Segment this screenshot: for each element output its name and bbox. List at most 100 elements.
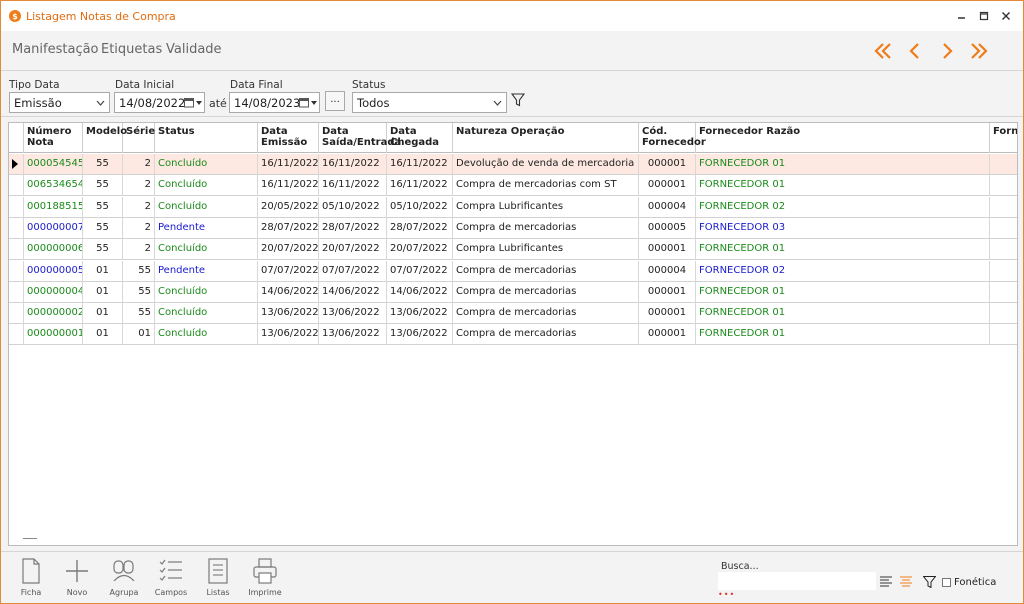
- cell-razao: FORNECEDOR 01: [696, 175, 990, 197]
- cell-emissao: 07/07/2022: [258, 260, 319, 282]
- table-row[interactable]: 000054545 55 2 Concluído 16/11/2022 16/11/202…: [9, 154, 1017, 175]
- cell-status: Concluído: [155, 196, 258, 218]
- ficha-button[interactable]: Ficha: [11, 556, 51, 597]
- table-row[interactable]: 000000007 55 2 Pendente 28/07/2022 28/07/2022…: [9, 217, 1017, 239]
- agrupa-label: Agrupa: [109, 588, 139, 597]
- tipo-data-select[interactable]: Emissão: [9, 92, 110, 113]
- cell-saida: 07/07/2022: [319, 260, 387, 282]
- more-options-button[interactable]: ...: [325, 91, 345, 111]
- document-icon: [22, 558, 40, 584]
- fonetica-checkbox[interactable]: [942, 578, 951, 587]
- grid-scroll-handle[interactable]: [23, 538, 37, 539]
- table-row[interactable]: 006534654 55 2 Concluído 16/11/2022 16/11/202…: [9, 175, 1017, 197]
- row-indicator: [9, 281, 24, 303]
- cell-saida: 28/07/2022: [319, 217, 387, 239]
- cell-status: Pendente: [155, 260, 258, 282]
- table-row[interactable]: 000000004 01 55 Concluído 14/06/2022 14/06/20…: [9, 281, 1017, 303]
- first-record-icon[interactable]: [869, 37, 897, 65]
- cell-emissao: 20/07/2022: [258, 239, 319, 261]
- campos-button[interactable]: Campos: [151, 556, 191, 597]
- novo-label: Novo: [66, 588, 88, 597]
- data-inicial-field[interactable]: 14/08/2022: [114, 92, 205, 113]
- cell-modelo: 55: [83, 196, 123, 218]
- header-data-saida-entrada[interactable]: Data Saída/Entrada: [319, 123, 401, 153]
- cell-saida: 16/11/2022: [319, 154, 387, 175]
- cell-modelo: 01: [83, 281, 123, 303]
- header-data-chegada[interactable]: Data Chegada: [387, 123, 453, 153]
- cell-modelo: 01: [83, 260, 123, 282]
- row-indicator: [9, 303, 24, 325]
- last-record-icon[interactable]: [965, 37, 993, 65]
- novo-button[interactable]: Novo: [57, 556, 97, 597]
- cell-numero: 000000002: [24, 303, 83, 325]
- cell-numero: 000000006: [24, 239, 83, 261]
- main-window: $ Listagem Notas de Compra Manifestação …: [0, 0, 1024, 604]
- cell-chegada: 20/07/2022: [387, 239, 453, 261]
- list-icon: [208, 558, 228, 584]
- cell-extra: [990, 303, 1017, 324]
- header-numero-nota[interactable]: Número Nota: [24, 123, 83, 153]
- listas-button[interactable]: Listas: [198, 556, 238, 597]
- cell-emissao: 20/05/2022: [258, 196, 319, 218]
- cell-chegada: 16/11/2022: [387, 175, 453, 197]
- busca-label: Busca...: [721, 561, 759, 572]
- calendar-icon[interactable]: [299, 96, 317, 109]
- menu-item-validade[interactable]: Validade: [166, 42, 222, 57]
- cell-extra: [990, 261, 1017, 282]
- maximize-icon[interactable]: [973, 7, 995, 25]
- table-row[interactable]: 000000006 55 2 Concluído 20/07/2022 20/07/202…: [9, 239, 1017, 261]
- agrupa-button[interactable]: Agrupa: [104, 556, 144, 597]
- cell-natureza: Compra de mercadorias: [453, 303, 639, 325]
- fonetica-label: Fonética: [954, 577, 997, 588]
- cell-status: Concluído: [155, 175, 258, 197]
- table-row[interactable]: 000000001 01 01 Concluído 13/06/2022 13/06/20…: [9, 324, 1017, 346]
- cell-serie: 2: [123, 239, 155, 261]
- header-fornecedor-extra[interactable]: Forne: [990, 123, 1017, 153]
- status-select[interactable]: Todos: [352, 92, 507, 113]
- close-icon[interactable]: [995, 7, 1017, 25]
- menu-item-manifestacao[interactable]: Manifestação: [12, 42, 99, 57]
- cell-serie: 55: [123, 260, 155, 282]
- cell-serie: 2: [123, 175, 155, 197]
- next-record-icon[interactable]: [933, 37, 961, 65]
- header-status[interactable]: Status: [155, 123, 258, 153]
- table-row[interactable]: 000000005 01 55 Pendente 07/07/2022 07/07/202…: [9, 260, 1017, 282]
- table-row[interactable]: 000188515 55 2 Concluído 20/05/2022 05/10/202…: [9, 196, 1017, 218]
- cell-cod: 000001: [639, 175, 696, 197]
- cell-chegada: 28/07/2022: [387, 217, 453, 239]
- cell-status: Concluído: [155, 154, 258, 175]
- minimize-icon[interactable]: [951, 7, 973, 25]
- imprime-button[interactable]: Imprime: [245, 556, 285, 597]
- cell-status: Concluído: [155, 324, 258, 346]
- table-row[interactable]: 000000002 01 55 Concluído 13/06/2022 13/06/20…: [9, 303, 1017, 325]
- header-fornecedor-razao[interactable]: Fornecedor Razão: [696, 123, 990, 153]
- data-final-field[interactable]: 14/08/2023: [229, 92, 320, 113]
- cell-extra: [990, 239, 1017, 260]
- calendar-icon[interactable]: [184, 96, 202, 109]
- header-serie[interactable]: Série: [123, 123, 155, 153]
- align-left-icon[interactable]: [880, 576, 894, 588]
- cell-saida: 05/10/2022: [319, 196, 387, 218]
- cell-numero: 000000001: [24, 324, 83, 346]
- busca-input[interactable]: [718, 572, 876, 590]
- busca-indicator: •••: [718, 590, 736, 599]
- current-row-arrow-icon: [12, 159, 18, 169]
- previous-record-icon[interactable]: [901, 37, 929, 65]
- align-center-icon[interactable]: [900, 576, 914, 588]
- cell-modelo: 55: [83, 175, 123, 197]
- data-final-label: Data Final: [230, 79, 283, 91]
- printer-icon: [253, 558, 277, 584]
- tipo-data-label: Tipo Data: [9, 79, 60, 91]
- filter-icon[interactable]: [922, 576, 937, 589]
- row-indicator: [9, 196, 24, 218]
- cell-status: Pendente: [155, 217, 258, 239]
- header-cod-fornecedor[interactable]: Cód. Fornecedor: [639, 123, 706, 153]
- header-data-emissao[interactable]: Data Emissão: [258, 123, 319, 153]
- header-modelo[interactable]: Modelo: [83, 123, 127, 153]
- cell-emissao: 28/07/2022: [258, 217, 319, 239]
- cell-modelo: 55: [83, 154, 123, 175]
- menu-item-etiquetas[interactable]: Etiquetas: [101, 42, 162, 57]
- header-natureza-operacao[interactable]: Natureza Operação: [453, 123, 639, 153]
- cell-natureza: Compra de mercadorias: [453, 281, 639, 303]
- filter-icon[interactable]: [510, 93, 527, 109]
